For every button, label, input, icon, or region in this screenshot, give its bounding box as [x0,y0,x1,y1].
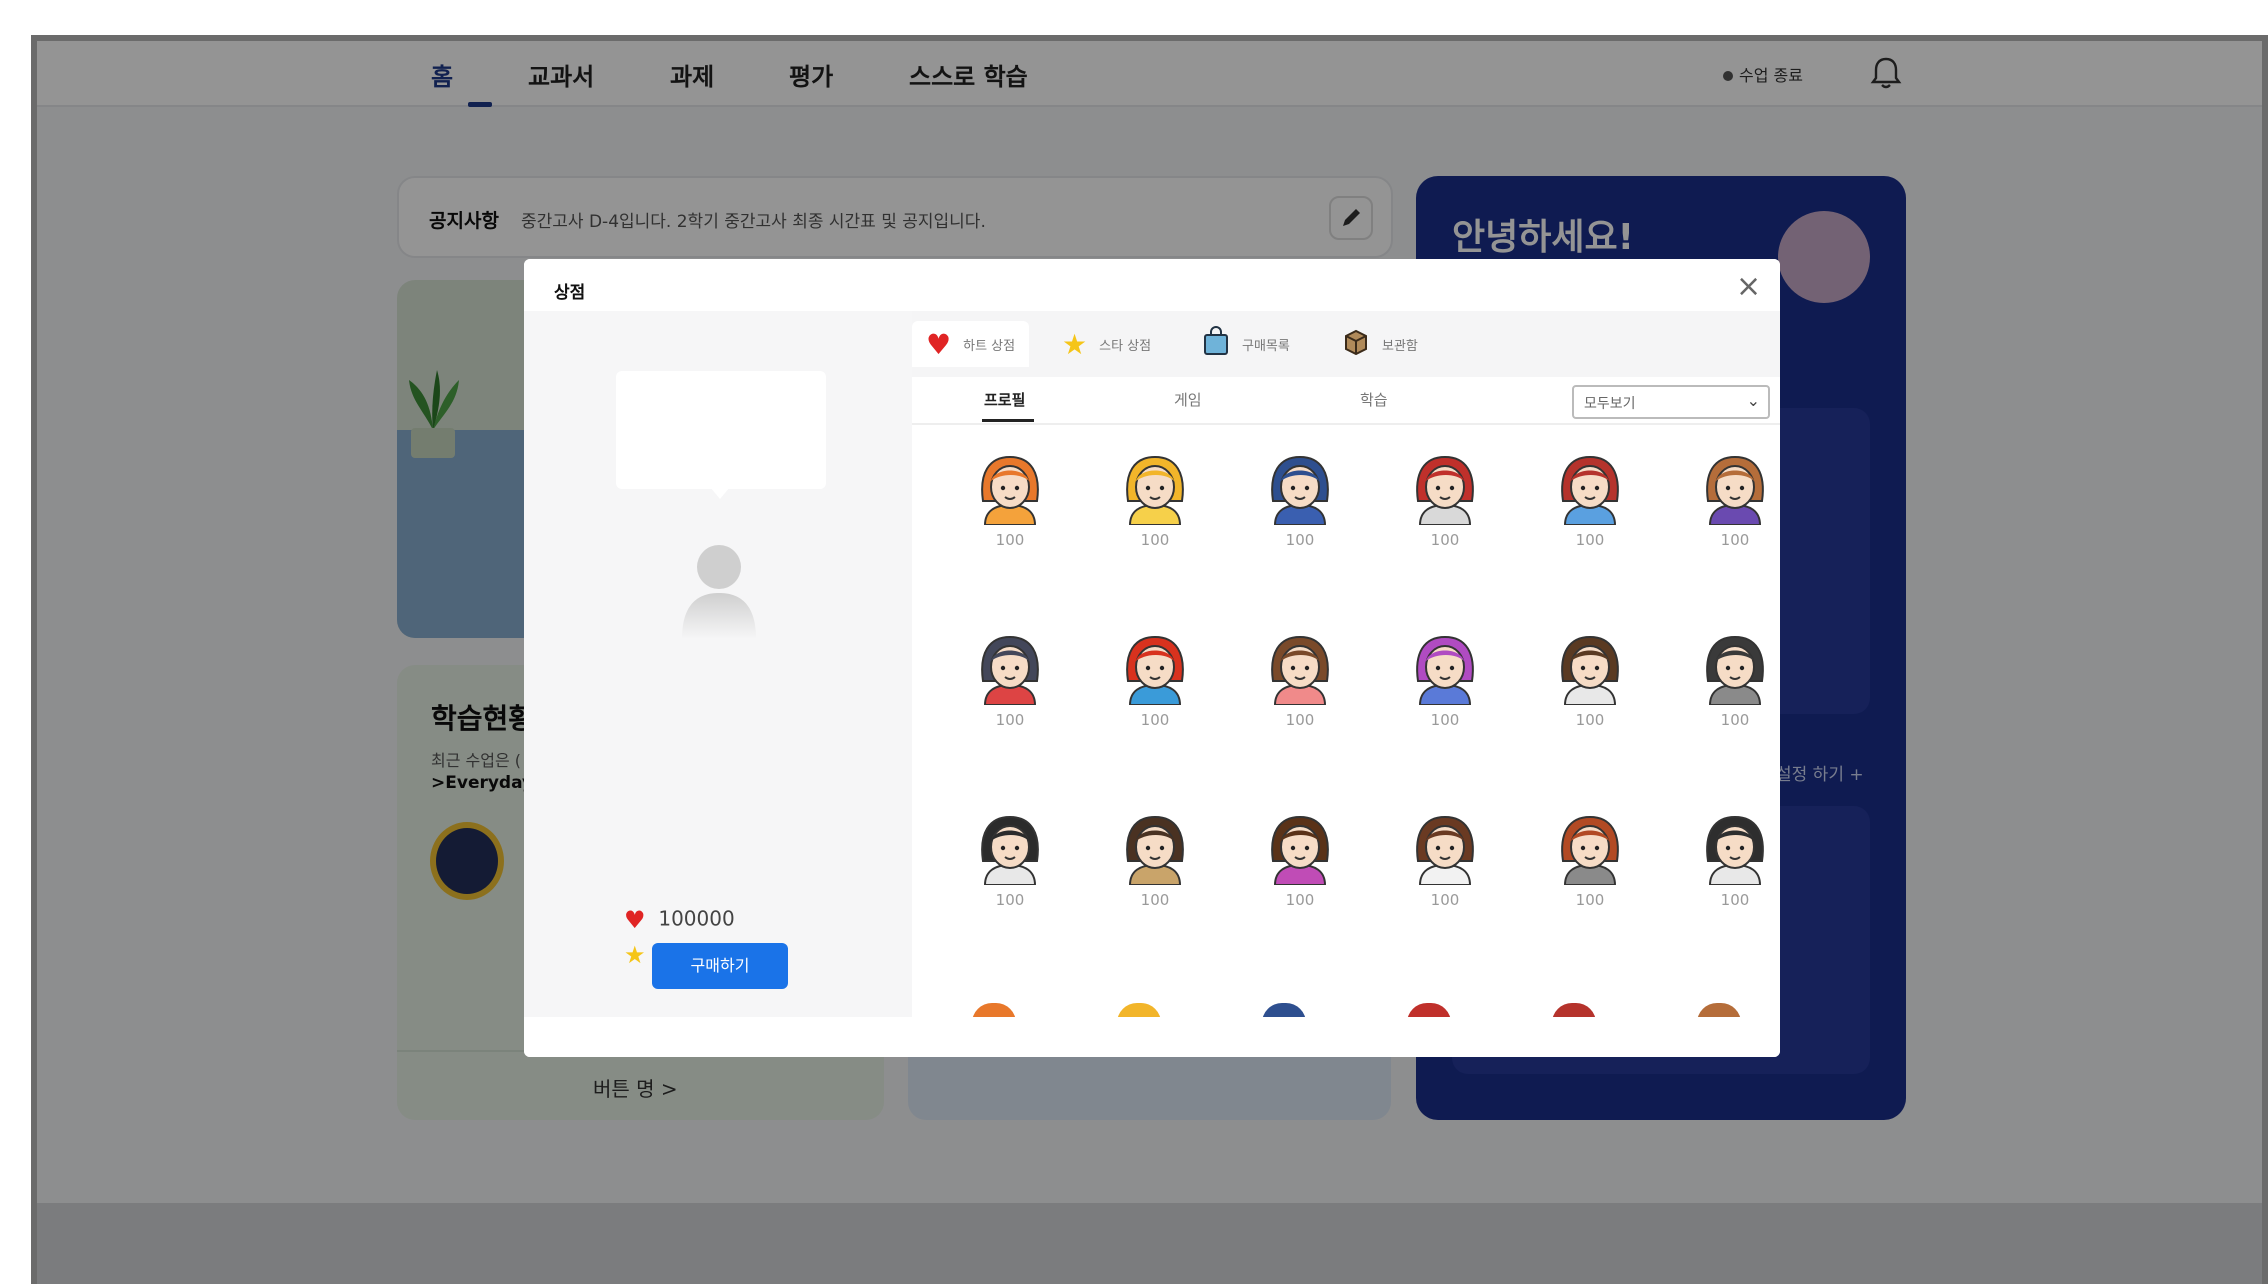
box-icon [1342,327,1370,362]
avatar-face-icon [1271,455,1329,526]
avatar-price: 100 [1285,891,1315,909]
avatar-item[interactable]: 100 [1530,453,1650,573]
bag-icon [1202,325,1230,363]
avatar-face-icon [1126,815,1184,886]
avatar-price: 100 [1430,891,1460,909]
avatar-item[interactable]: 100 [1530,813,1650,933]
avatar-item[interactable]: 100 [1095,453,1215,573]
avatar-price: 100 [1430,531,1460,549]
avatar-item-partial [1262,1003,1306,1017]
avatar-face-icon [1561,815,1619,886]
avatar-item[interactable]: 100 [1675,813,1780,933]
filter-select[interactable]: 모두보기 ⌄ [1572,385,1770,419]
avatar-face-icon [1561,635,1619,706]
avatar-item[interactable]: 100 [1385,633,1505,753]
avatar-face-icon [981,455,1039,526]
avatar-item-partial [972,1003,1016,1017]
avatar-item[interactable]: 100 [1385,453,1505,573]
avatar-price: 100 [1430,711,1460,729]
speech-bubble [616,371,826,489]
avatar-item-partial [1117,1003,1161,1017]
avatar-item[interactable]: 100 [1675,453,1780,573]
avatar-price: 100 [1285,531,1315,549]
tab-heart-shop-label: 하트 상점 [963,338,1016,354]
tab-purchase-list[interactable]: 구매목록 [1202,321,1290,367]
modal-footer [524,1017,1780,1057]
star-icon: ★ [624,941,646,969]
tab-storage-label: 보관함 [1382,338,1418,354]
avatar-item-partial [1552,1003,1596,1017]
heart-icon: ♥ [624,906,646,934]
chevron-down-icon: ⌄ [1746,391,1760,410]
tab-heart-shop[interactable]: ♥ 하트 상점 [912,321,1030,367]
avatar-item[interactable]: 100 [950,453,1070,573]
modal-header: 상점 × [524,259,1780,311]
preview-pane: ♥ 100000 ★ 100000 [524,311,912,1017]
avatar-item[interactable]: 100 [1240,633,1360,753]
avatar-face-icon [1706,815,1764,886]
star-icon: ★ [1062,327,1088,361]
avatar-grid: 100 100 100 100 100 100 100 100 100 100 100 100 100 1… [912,423,1780,1017]
heart-balance: ♥ 100000 [624,906,735,934]
avatar-price: 100 [1720,531,1750,549]
avatar-item[interactable]: 100 [1385,813,1505,933]
avatar-price: 100 [1285,711,1315,729]
avatar-item[interactable]: 100 [1675,633,1780,753]
avatar-face-icon [981,635,1039,706]
avatar-item[interactable]: 100 [950,633,1070,753]
avatar-price: 100 [1720,711,1750,729]
avatar-price: 100 [1140,711,1170,729]
avatar-face-icon [1271,815,1329,886]
avatar-face-icon [1416,635,1474,706]
heart-count: 100000 [658,906,735,931]
subtab-game[interactable]: 게임 [1174,389,1202,410]
buy-button[interactable]: 구매하기 [652,943,788,989]
avatar-face-icon [1706,455,1764,526]
avatar-price: 100 [1720,891,1750,909]
avatar-face-icon [1126,635,1184,706]
shop-items-pane: ♥ 하트 상점 ★ 스타 상점 구매목록 보관함 프로필 게임 학습 모두보기 … [912,311,1780,1017]
shop-category-tabs: ♥ 하트 상점 ★ 스타 상점 구매목록 보관함 [912,311,1780,377]
avatar-item[interactable]: 100 [1095,813,1215,933]
tab-purchase-list-label: 구매목록 [1242,338,1290,354]
avatar-price: 100 [1140,891,1170,909]
avatar-face-icon [1271,635,1329,706]
avatar-price: 100 [1140,531,1170,549]
avatar-item-partial [1407,1003,1451,1017]
avatar-item[interactable]: 100 [1095,633,1215,753]
speech-bubble-tail [710,487,730,499]
avatar-item[interactable]: 100 [1530,633,1650,753]
filter-select-value: 모두보기 [1584,396,1636,412]
subtab-study[interactable]: 학습 [1360,389,1388,410]
avatar-price: 100 [995,531,1025,549]
avatar-item[interactable]: 100 [1240,453,1360,573]
tab-storage[interactable]: 보관함 [1342,321,1418,367]
tab-star-shop-label: 스타 상점 [1099,338,1152,354]
avatar-face-icon [1706,635,1764,706]
heart-icon: ♥ [926,327,952,361]
avatar-placeholder-icon [682,545,756,639]
avatar-face-icon [1126,455,1184,526]
shop-modal: 상점 × ♥ 100000 ★ 100000 구매하기 ♥ 하트 상점 ★ [524,259,1780,1057]
avatar-price: 100 [1575,891,1605,909]
avatar-face-icon [1561,455,1619,526]
subtab-active-indicator [982,419,1034,422]
subtab-profile[interactable]: 프로필 [984,389,1025,410]
avatar-face-icon [1416,815,1474,886]
avatar-face-icon [981,815,1039,886]
avatar-price: 100 [995,891,1025,909]
avatar-face-icon [1416,455,1474,526]
avatar-item-partial [1697,1003,1741,1017]
avatar-price: 100 [1575,711,1605,729]
close-icon[interactable]: × [1736,269,1761,304]
avatar-price: 100 [995,711,1025,729]
shop-subtabs: 프로필 게임 학습 모두보기 ⌄ [912,377,1780,425]
modal-title: 상점 [554,283,586,303]
avatar-price: 100 [1575,531,1605,549]
tab-star-shop[interactable]: ★ 스타 상점 [1062,321,1151,367]
avatar-item[interactable]: 100 [950,813,1070,933]
avatar-item[interactable]: 100 [1240,813,1360,933]
